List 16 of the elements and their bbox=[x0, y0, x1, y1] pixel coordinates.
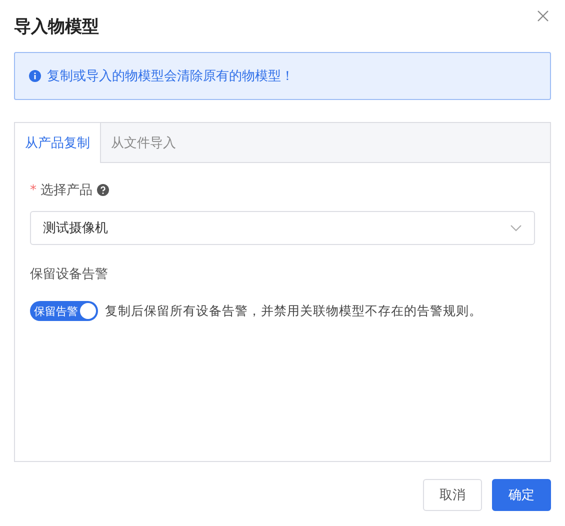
confirm-button[interactable]: 确定 bbox=[492, 479, 551, 511]
required-mark: * bbox=[30, 182, 36, 198]
help-icon bbox=[96, 184, 108, 196]
switch-description: 复制后保留所有设备告警，并禁用关联物模型不存在的告警规则。 bbox=[105, 302, 482, 320]
tab[interactable]: 从产品复制 bbox=[15, 123, 101, 163]
alarm-switch[interactable]: 保留告警 bbox=[30, 301, 98, 321]
section-label: 保留设备告警 bbox=[30, 266, 109, 283]
chevron-down-icon bbox=[510, 224, 522, 232]
info-icon bbox=[29, 70, 41, 82]
field-label: 选择产品 bbox=[40, 182, 92, 199]
close-icon[interactable] bbox=[537, 10, 549, 22]
alert-text: 复制或导入的物模型会清除原有的物模型！ bbox=[47, 68, 294, 85]
dialog-title: 导入物模型 bbox=[14, 16, 99, 38]
cancel-button[interactable]: 取消 bbox=[423, 479, 482, 511]
tab[interactable]: 从文件导入 bbox=[101, 123, 186, 162]
product-select[interactable]: 测试摄像机 bbox=[30, 211, 535, 245]
